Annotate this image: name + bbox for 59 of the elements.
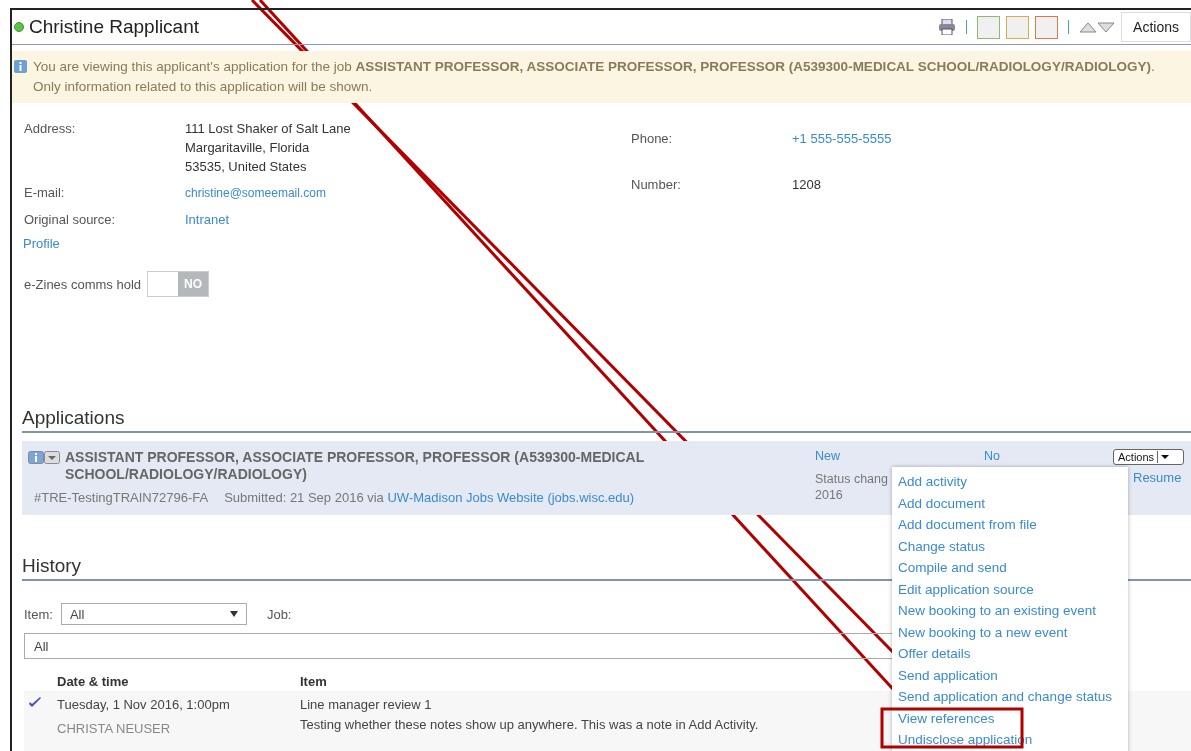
history-date: Tuesday, 1 Nov 2016, 1:00pm: [57, 696, 230, 714]
applicant-name: Christine Rapplicant: [29, 16, 201, 38]
menu-item[interactable]: Send application: [898, 664, 998, 686]
row-actions-button[interactable]: Actions: [1113, 449, 1184, 465]
info-icon: [14, 60, 27, 73]
info-dropdown-icon[interactable]: [28, 451, 60, 464]
address-line: 111 Lost Shaker of Salt Lane: [185, 121, 351, 136]
history-person: CHRISTA NEUSER: [57, 720, 171, 738]
phone-link[interactable]: +1 555-555-5555: [792, 131, 892, 146]
caret-icon: [229, 611, 238, 617]
status-note: 2016: [815, 487, 844, 503]
menu-item[interactable]: Compile and send: [898, 557, 1007, 579]
filter-label: Item:: [24, 606, 53, 622]
email-link[interactable]: christine@someemail.com: [185, 186, 326, 200]
column-header: Item: [300, 673, 327, 689]
address-line: 53535, United States: [185, 159, 307, 174]
resume-link[interactable]: Resume: [1133, 470, 1182, 485]
menu-item[interactable]: Add document: [898, 492, 986, 514]
submitted-text: Submitted: 21 Sep 2016 via: [224, 490, 384, 505]
job-field[interactable]: All: [24, 633, 892, 659]
toggle-switch[interactable]: NO: [147, 271, 210, 297]
menu-item[interactable]: View references: [898, 707, 995, 729]
flag-swatch[interactable]: [1035, 15, 1059, 39]
source-link[interactable]: Intranet: [185, 212, 230, 227]
history-title: Line manager review 1: [300, 696, 432, 714]
notice-text: You are viewing this applicant's application for the job ASSISTANT PROFESSOR, ASSOCIATE PROFESSOR, PROFESSOR (A539300-MEDICAL SCHOOL/RADIOLOGY/RADIOLOGY). Only information related to this application will be shown.: [33, 58, 1156, 96]
menu-item[interactable]: New booking to an existing event: [898, 600, 1097, 622]
actions-button[interactable]: Actions: [1121, 12, 1191, 42]
source-link[interactable]: UW-Madison Jobs Website (jobs.wisc.edu): [387, 490, 635, 505]
field-label: Address:: [24, 120, 77, 138]
job-title: ASSISTANT PROFESSOR, ASSOCIATE PROFESSOR, PROFESSOR (A539300-MEDICAL SCHOOL/RADIOLOGY/RADIOLOGY): [65, 449, 646, 483]
field-label: Number:: [631, 176, 682, 194]
field-label: Original source:: [24, 211, 117, 229]
status-link[interactable]: New: [815, 449, 840, 463]
flag-swatch[interactable]: [977, 15, 1001, 39]
profile-link[interactable]: Profile: [23, 236, 60, 251]
section-heading: Applications: [22, 407, 1191, 433]
menu-item[interactable]: Edit application source: [898, 578, 1034, 600]
history-note: Testing whether these notes show up anywhere. This was a note in Add Activity.: [300, 716, 759, 734]
field-label: E-mail:: [24, 184, 66, 202]
flag-swatch[interactable]: [1006, 15, 1030, 39]
job-reference: #TRE-TestingTRAIN72796-FA: [34, 490, 209, 505]
status-note: Status chang: [815, 471, 888, 487]
sort-arrows-icon[interactable]: [1079, 21, 1116, 33]
address-line: Margaritaville, Florida: [185, 140, 310, 155]
flag-value[interactable]: No: [984, 449, 1000, 463]
menu-item[interactable]: Send application and change status: [898, 686, 1112, 708]
field-value: 1208: [792, 177, 821, 192]
item-select[interactable]: All: [60, 603, 247, 625]
menu-item[interactable]: Add document from file: [898, 514, 1037, 536]
filter-label: Job:: [266, 606, 292, 622]
menu-item[interactable]: Offer details: [898, 643, 971, 665]
toggle-label: e-Zines comms hold: [24, 276, 142, 292]
menu-item[interactable]: New booking to a new event: [898, 621, 1068, 643]
menu-item[interactable]: Add activity: [898, 471, 968, 493]
menu-item[interactable]: Change status: [898, 535, 986, 557]
printer-icon[interactable]: [938, 19, 957, 35]
field-label: Phone:: [631, 130, 674, 148]
column-header: Date & time: [57, 673, 129, 689]
